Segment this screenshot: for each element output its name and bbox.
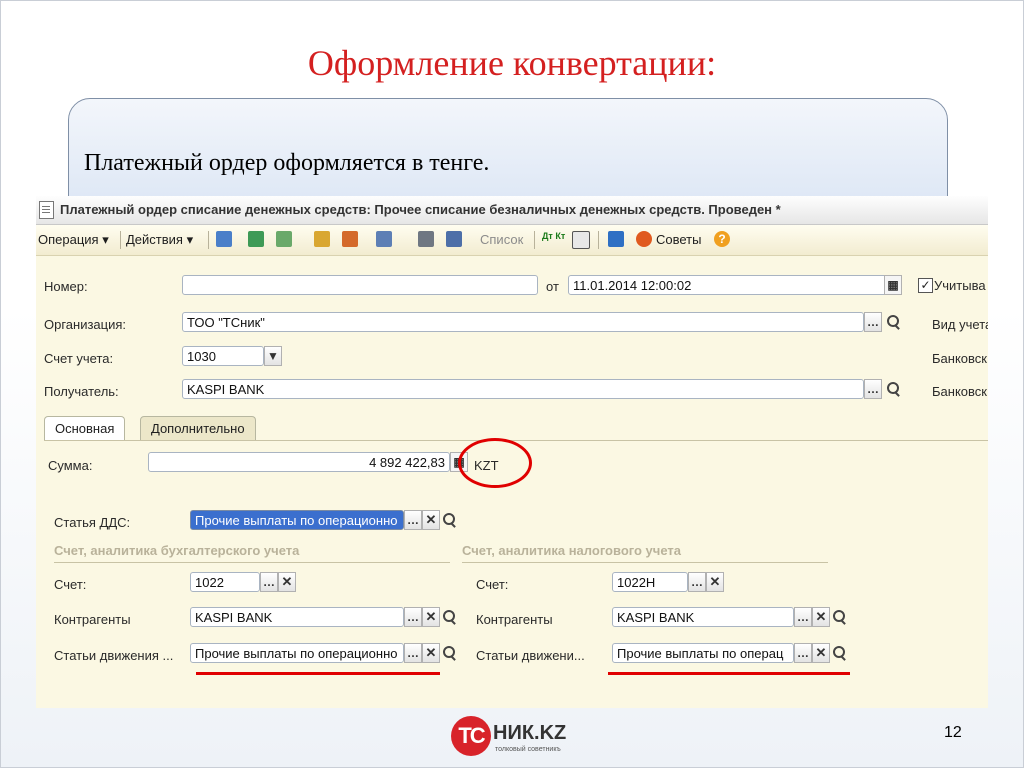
clear-icon[interactable]: ✕ <box>422 510 440 530</box>
tax-section-title: Счет, аналитика налогового учета <box>462 543 681 558</box>
highlight-underline <box>608 672 850 675</box>
acc-movement-choose-button[interactable]: … <box>404 643 422 663</box>
organization-choose-button[interactable]: … <box>864 312 882 332</box>
dds-input[interactable]: Прочие выплаты по операционно <box>190 510 404 530</box>
number-input[interactable] <box>182 275 538 295</box>
date-label: от <box>546 279 559 294</box>
bank-label-1: Банковск <box>932 351 987 366</box>
actions-menu[interactable]: Действия ▾ <box>126 232 193 248</box>
clear-icon[interactable]: ✕ <box>812 607 830 627</box>
recipient-label: Получатель: <box>44 384 119 399</box>
callout-text: Платежный ордер оформляется в тенге. <box>84 150 490 176</box>
advice-icon <box>636 231 652 247</box>
sum-input[interactable]: 4 892 422,83 <box>148 452 450 472</box>
refresh-icon[interactable] <box>248 231 264 247</box>
tab-main[interactable]: Основная <box>44 416 126 440</box>
acc-movement-label: Статьи движения ... <box>54 648 174 663</box>
consider-checkbox[interactable]: ✓ <box>918 278 933 293</box>
toolbar-separator <box>598 231 599 249</box>
logo-tagline: толковый советникъ <box>495 746 561 753</box>
clear-icon[interactable]: ✕ <box>706 572 724 592</box>
toolbar: Операция ▾ Действия ▾ Список Дт Кт Совет… <box>36 225 988 256</box>
chevron-down-icon[interactable]: ▼ <box>264 346 282 366</box>
filter-icon[interactable] <box>608 231 624 247</box>
acc-counterparty-label: Контрагенты <box>54 612 131 627</box>
search-icon[interactable] <box>440 643 458 663</box>
copy-icon[interactable] <box>276 231 292 247</box>
toolbar-separator <box>120 231 121 249</box>
tab-additional[interactable]: Дополнительно <box>140 416 256 440</box>
unpost-icon[interactable] <box>342 231 358 247</box>
slide-title: Оформление конвертации: <box>307 43 717 83</box>
dds-label: Статья ДДС: <box>54 515 131 530</box>
toolbar-separator <box>534 231 535 249</box>
go-to-icon[interactable] <box>376 231 392 247</box>
save-icon[interactable] <box>216 231 232 247</box>
bank-label-2: Банковск <box>932 384 987 399</box>
acc-account-input[interactable]: 1022 <box>190 572 260 592</box>
structure-icon[interactable] <box>418 231 434 247</box>
tab-panel-border <box>44 440 988 441</box>
tax-account-choose-button[interactable]: … <box>688 572 706 592</box>
search-icon[interactable] <box>830 607 848 627</box>
post-icon[interactable] <box>314 231 330 247</box>
account-label: Счет учета: <box>44 351 114 366</box>
acc-counterparty-choose-button[interactable]: … <box>404 607 422 627</box>
date-input[interactable]: 11.01.2014 12:00:02 <box>568 275 902 295</box>
clear-icon[interactable]: ✕ <box>422 643 440 663</box>
account-input[interactable]: 1030 <box>182 346 264 366</box>
acc-movement-input[interactable]: Прочие выплаты по операционно <box>190 643 404 663</box>
highlight-underline <box>196 672 440 675</box>
document-icon <box>39 201 54 219</box>
highlight-circle <box>458 438 532 488</box>
window-titlebar: Платежный ордер списание денежных средст… <box>36 196 988 225</box>
consider-label: Учитыва <box>934 278 986 293</box>
tax-account-label: Счет: <box>476 577 509 592</box>
search-icon[interactable] <box>884 312 902 332</box>
section-divider <box>54 562 450 563</box>
section-divider <box>462 562 828 563</box>
calendar-icon[interactable]: ▦ <box>884 275 902 295</box>
toolbar-separator <box>208 231 209 249</box>
sum-label: Сумма: <box>48 458 93 473</box>
window-title: Платежный ордер списание денежных средст… <box>60 202 781 217</box>
clear-icon[interactable]: ✕ <box>812 643 830 663</box>
tax-account-input[interactable]: 1022Н <box>612 572 688 592</box>
settings-list-icon[interactable] <box>446 231 462 247</box>
organization-input[interactable]: ТОО "ТСник" <box>182 312 864 332</box>
tax-movement-label: Статьи движени... <box>476 648 585 663</box>
tax-movement-choose-button[interactable]: … <box>794 643 812 663</box>
acc-account-choose-button[interactable]: … <box>260 572 278 592</box>
acc-counterparty-input[interactable]: KASPI BANK <box>190 607 404 627</box>
logo-mark: ТС <box>451 716 491 756</box>
accounting-section-title: Счет, аналитика бухгалтерского учета <box>54 543 300 558</box>
acc-account-label: Счет: <box>54 577 87 592</box>
report-icon[interactable] <box>572 231 590 249</box>
search-icon[interactable] <box>440 607 458 627</box>
recipient-input[interactable]: KASPI BANK <box>182 379 864 399</box>
operation-menu[interactable]: Операция ▾ <box>38 232 109 248</box>
clear-icon[interactable]: ✕ <box>278 572 296 592</box>
tax-movement-input[interactable]: Прочие выплаты по операц <box>612 643 794 663</box>
clear-icon[interactable]: ✕ <box>422 607 440 627</box>
page-number: 12 <box>944 724 962 741</box>
help-icon[interactable]: ? <box>714 231 730 247</box>
tax-counterparty-label: Контрагенты <box>476 612 553 627</box>
search-icon[interactable] <box>830 643 848 663</box>
accounting-type-label: Вид учета <box>932 317 988 332</box>
advice-button[interactable]: Советы <box>656 232 701 247</box>
recipient-choose-button[interactable]: … <box>864 379 882 399</box>
search-icon[interactable] <box>440 510 458 530</box>
tax-counterparty-choose-button[interactable]: … <box>794 607 812 627</box>
list-button[interactable]: Список <box>480 232 523 247</box>
tax-counterparty-input[interactable]: KASPI BANK <box>612 607 794 627</box>
dds-choose-button[interactable]: … <box>404 510 422 530</box>
number-label: Номер: <box>44 279 88 294</box>
logo-name: НИК.KZ <box>493 722 567 744</box>
search-icon[interactable] <box>884 379 902 399</box>
organization-label: Организация: <box>44 317 127 332</box>
dt-kt-icon[interactable]: Дт Кт <box>542 231 565 241</box>
